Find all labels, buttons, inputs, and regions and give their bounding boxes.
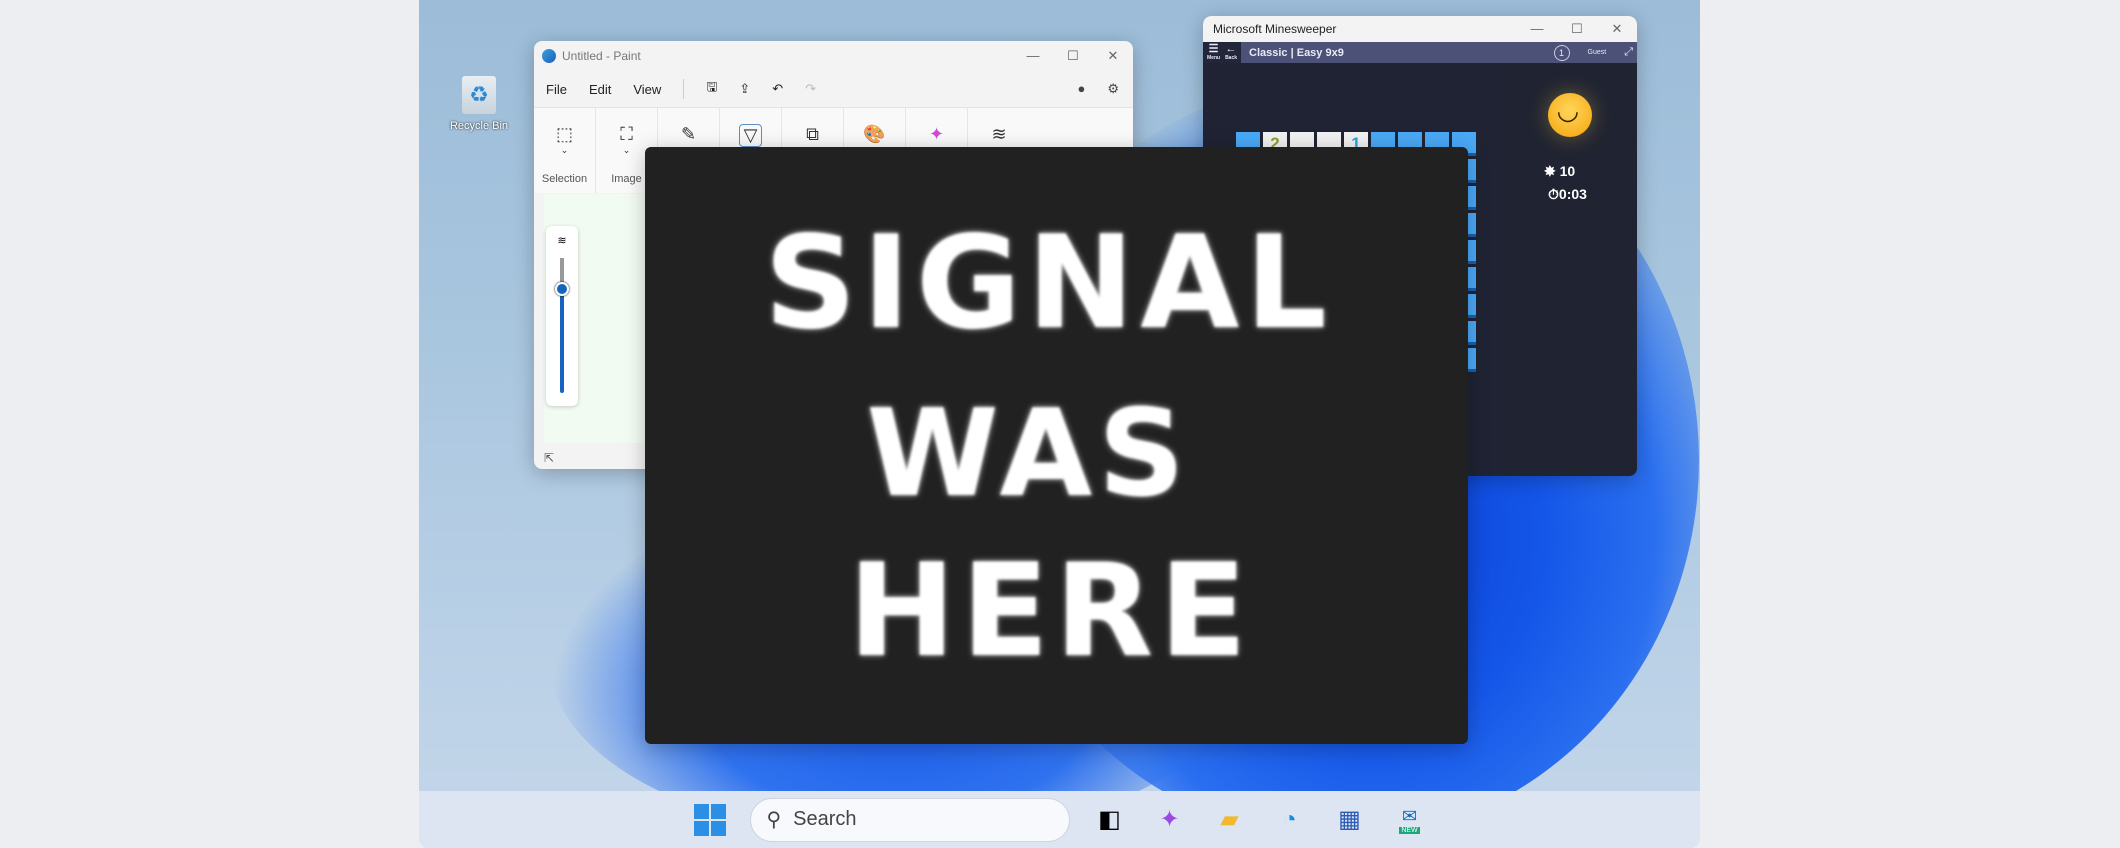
timer: 0:03 — [1558, 186, 1587, 202]
brush-icon: ▽ — [738, 124, 763, 147]
image-icon: ⛶ — [620, 124, 633, 144]
folder-icon: ▰ — [1220, 806, 1239, 833]
edge-button[interactable]: ◔ — [1270, 800, 1310, 840]
menu-bar: File Edit View 🖫 ⇪ ↶ ↷ ● ⚙ — [534, 71, 1133, 107]
search-box[interactable]: ⚲ Search — [749, 797, 1070, 842]
divider — [683, 79, 685, 99]
window-title: Microsoft Minesweeper — [1213, 22, 1337, 36]
undo-icon[interactable]: ↶ — [772, 81, 783, 97]
task-view-button[interactable]: ◧ — [1090, 800, 1130, 840]
file-explorer-button[interactable]: ▰ — [1210, 800, 1250, 840]
desktop: ♻ Recycle Bin Untitled - Paint — ☐ ✕ File … — [419, 0, 1700, 848]
recycle-bin-icon: ♻ — [462, 76, 496, 114]
mine-count: 10 — [1559, 163, 1576, 179]
search-icon: ⚲ — [766, 809, 782, 831]
group-label: Selection — [541, 173, 588, 185]
timer-icon: ⏱ — [1548, 186, 1559, 202]
menu-edit[interactable]: Edit — [589, 82, 611, 97]
menu-button[interactable]: ☰ Menu — [1207, 44, 1220, 61]
store-icon: ▦ — [1338, 806, 1361, 833]
mine-icon: ✸ — [1544, 163, 1556, 179]
taskbar: ⚲ Search ◧ ✦ ▰ ◔ ▦ ✉ NEW — [419, 791, 1700, 848]
graffiti-line: SIGNAL — [764, 209, 1333, 358]
status-panel: ✸ 10 ⏱0:03 — [1502, 63, 1637, 476]
account-icon[interactable]: ● — [1077, 81, 1085, 97]
outlook-button[interactable]: ✉ NEW — [1390, 800, 1430, 840]
maximize-button[interactable]: ☐ — [1557, 21, 1597, 37]
level-badge: 1 — [1553, 44, 1570, 61]
slider-thumb[interactable] — [555, 282, 569, 296]
task-view-icon: ◧ — [1098, 806, 1121, 833]
close-button[interactable]: ✕ — [1597, 21, 1637, 37]
pointer-icon: ⇱ — [544, 451, 555, 465]
settings-icon[interactable]: ⚙ — [1107, 81, 1119, 97]
tools-icon: ✎ — [680, 124, 697, 144]
menu-file[interactable]: File — [546, 82, 567, 97]
back-arrow-icon: ← — [1225, 43, 1237, 55]
minimize-button[interactable]: — — [1517, 21, 1557, 37]
title-bar: Microsoft Minesweeper — ☐ ✕ — [1203, 16, 1637, 42]
slider-track[interactable] — [560, 258, 564, 393]
edge-icon: ◔ — [1282, 805, 1297, 833]
smiley-face-icon[interactable] — [1547, 93, 1592, 137]
brush-size-slider[interactable]: ≋ — [546, 226, 578, 406]
graffiti-line: HERE — [848, 537, 1253, 686]
chevron-down-icon: ⌄ — [560, 145, 569, 155]
recycle-bin[interactable]: ♻ Recycle Bin — [439, 76, 519, 132]
start-button[interactable] — [690, 800, 730, 840]
graffiti-line: WAS — [866, 385, 1191, 524]
redo-icon[interactable]: ↷ — [805, 81, 816, 97]
game-mode: Classic | Easy 9x9 — [1249, 46, 1344, 59]
window-title: Untitled - Paint — [562, 49, 641, 63]
paint-logo-icon — [542, 49, 556, 63]
outlook-icon: ✉ — [1401, 805, 1418, 826]
minimize-button[interactable]: — — [1013, 48, 1053, 64]
recycle-bin-label: Recycle Bin — [449, 120, 509, 132]
store-button[interactable]: ▦ — [1330, 800, 1370, 840]
search-placeholder: Search — [793, 808, 857, 830]
layers-icon: ≋ — [991, 124, 1007, 144]
shapes-icon: ⧉ — [806, 124, 819, 144]
save-icon[interactable]: 🖫 — [706, 78, 717, 100]
user-name[interactable]: Guest — [1588, 49, 1607, 56]
group-label: Image — [611, 173, 642, 185]
new-badge: NEW — [1399, 826, 1420, 834]
stroke-size-icon: ≋ — [557, 235, 567, 247]
selection-tool[interactable]: ⬚ ⌄ Selection — [534, 108, 596, 193]
game-toolbar: ☰ Menu ← Back Classic | Easy 9x9 1 Guest ⤢ — [1203, 42, 1637, 63]
hamburger-icon: ☰ — [1208, 43, 1219, 55]
menu-label: Menu — [1207, 55, 1221, 61]
selection-icon: ⬚ — [555, 124, 573, 144]
back-label: Back — [1225, 55, 1238, 61]
maximize-button[interactable]: ☐ — [1053, 48, 1093, 64]
image-viewer-window[interactable]: SIGNAL WAS HERE — [645, 147, 1468, 744]
copilot-icon: ✦ — [928, 124, 945, 144]
palette-icon: 🎨 — [863, 124, 886, 144]
copilot-icon: ✦ — [1159, 806, 1180, 833]
menu-view[interactable]: View — [633, 82, 661, 97]
share-icon[interactable]: ⇪ — [739, 81, 750, 97]
back-button[interactable]: ← Back — [1225, 44, 1237, 61]
title-bar: Untitled - Paint — ☐ ✕ — [534, 41, 1133, 71]
copilot-button[interactable]: ✦ — [1150, 800, 1190, 840]
chevron-down-icon: ⌄ — [622, 145, 631, 155]
expand-icon[interactable]: ⤢ — [1624, 46, 1633, 59]
close-button[interactable]: ✕ — [1093, 48, 1133, 64]
windows-icon — [693, 803, 726, 836]
